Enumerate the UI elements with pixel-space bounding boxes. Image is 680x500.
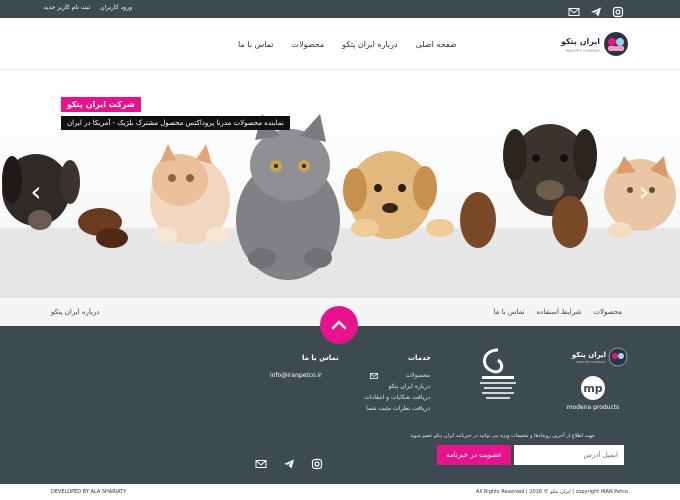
- modena-text: modena products: [567, 404, 620, 411]
- hero-subtitle: نماینده محصولات مدرنا پروداکتس محصول مشت…: [61, 116, 290, 130]
- newsletter-text: جهت اطلاع از آخرین رویدادها و تخفیفات وی…: [410, 433, 595, 439]
- instagram-icon[interactable]: [612, 3, 624, 18]
- logo-text-fa: ایران پتکو: [560, 37, 600, 46]
- user-links: ورود کاربران ثبت نام کاربر جدید: [36, 4, 132, 11]
- logo-text-en: IRAN PET COMPANY: [566, 49, 601, 53]
- nav-contact[interactable]: تماس با ما: [238, 40, 274, 49]
- developer-credit: DEVELOPED BY ALA SHARIATY: [51, 489, 127, 495]
- footer-brand-en: IRAN PET COMPANY: [577, 360, 607, 364]
- email-icon: [369, 372, 378, 379]
- trust-seal[interactable]: [474, 346, 522, 410]
- copyright-text: All Rights Reserved | 2016 © ایران پتکو …: [476, 489, 628, 495]
- footer-link-terms[interactable]: شرایط استفاده: [537, 308, 582, 316]
- svg-text:mp: mp: [583, 382, 602, 395]
- service-item[interactable]: دریافت نظرات مثبت شما: [364, 403, 430, 414]
- newsletter-email-input[interactable]: [514, 445, 624, 465]
- telegram-icon[interactable]: [283, 455, 295, 469]
- subscribe-button[interactable]: عضویت در خبرنامه: [437, 445, 511, 465]
- contact-email-row[interactable]: info@iranpetco.ir: [270, 372, 378, 379]
- slider-next-button[interactable]: ›: [636, 177, 652, 207]
- telegram-icon[interactable]: [590, 3, 602, 17]
- hero-slider: شرکت ایران پتکو نماینده محصولات مدرنا پر…: [0, 70, 680, 298]
- contact-title: تماس با ما: [302, 354, 339, 362]
- top-social-icons: [568, 3, 624, 18]
- chevron-up-icon: [331, 320, 347, 330]
- hero-title: شرکت ایران پتکو: [61, 97, 141, 112]
- bottom-bar: DEVELOPED BY ALA SHARIATY All Rights Res…: [0, 484, 680, 500]
- golden-puppy: [343, 151, 454, 239]
- nav-about[interactable]: درباره ایران پتکو: [342, 40, 397, 49]
- footer-link-about[interactable]: درباره ایران پتکو: [51, 308, 99, 316]
- top-bar: ورود کاربران ثبت نام کاربر جدید: [0, 0, 680, 18]
- footer-link-contact[interactable]: تماس با ما: [493, 308, 524, 316]
- service-item[interactable]: دریافت شکایات و انتقادات: [364, 392, 430, 403]
- footer-links: محصولات شرایط استفاده تماس با ما: [493, 308, 622, 316]
- email-icon[interactable]: [255, 455, 267, 468]
- footer-link-products[interactable]: محصولات: [593, 308, 622, 316]
- service-item[interactable]: درباره ایران پتکو: [364, 381, 430, 392]
- main-nav: صفحه اصلی درباره ایران پتکو محصولات تماس…: [238, 40, 457, 49]
- contact-email[interactable]: info@iranpetco.ir: [270, 372, 322, 379]
- login-link[interactable]: ورود کاربران: [100, 4, 132, 11]
- site-footer: ایران پتکو IRAN PET COMPANY mp modena pr…: [0, 326, 680, 484]
- instagram-icon[interactable]: [311, 455, 323, 470]
- modena-logo: mp modena products: [567, 376, 620, 411]
- register-link[interactable]: ثبت نام کاربر جدید: [44, 4, 91, 11]
- footer-social-icons: [255, 455, 323, 470]
- main-header: صفحه اصلی درباره ایران پتکو محصولات تماس…: [0, 18, 680, 70]
- footer-brand-fa: ایران پتکو: [571, 351, 606, 359]
- nav-home[interactable]: صفحه اصلی: [416, 40, 457, 49]
- footer-brand-logo: ایران پتکو IRAN PET COMPANY: [571, 347, 628, 367]
- orange-kitten: [150, 144, 230, 244]
- nav-products[interactable]: محصولات: [292, 40, 325, 49]
- site-logo[interactable]: ایران پتکو IRAN PET COMPANY: [540, 30, 628, 58]
- gray-kitten: [236, 114, 340, 280]
- services-title: خدمات: [408, 354, 432, 362]
- slider-prev-button[interactable]: ‹: [28, 177, 44, 207]
- scroll-to-top-button[interactable]: [320, 306, 358, 344]
- email-icon[interactable]: [568, 3, 580, 16]
